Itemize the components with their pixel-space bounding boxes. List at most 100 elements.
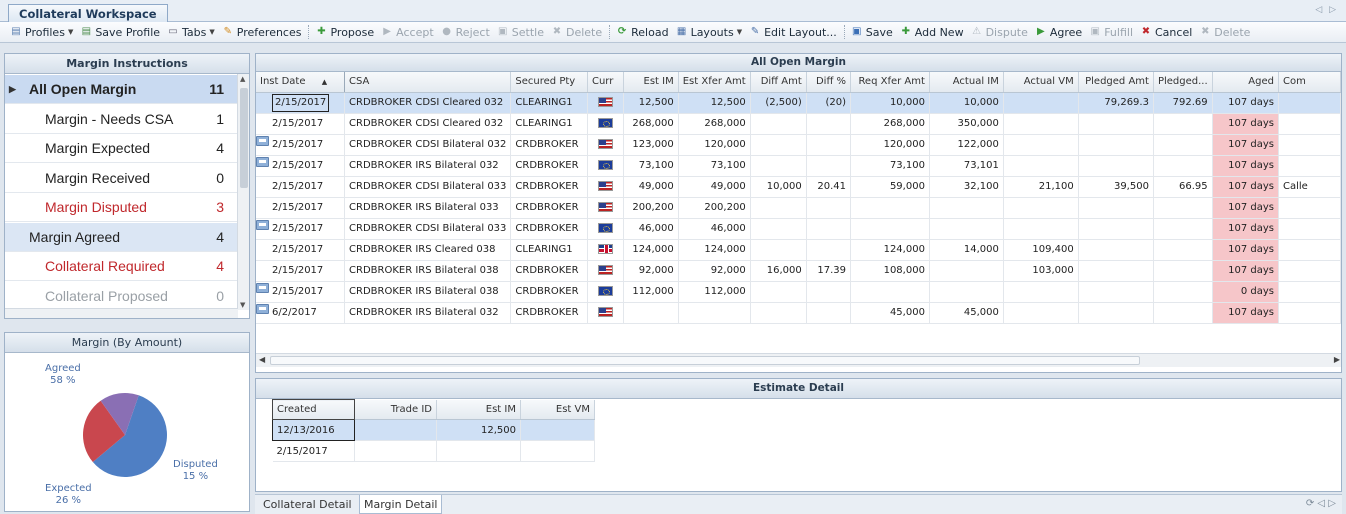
- detail-cell-est-vm: [520, 440, 595, 462]
- margin-instructions-scrollbar[interactable]: ▲ ▼: [237, 74, 249, 310]
- cell-aged: 107 days: [1212, 155, 1279, 177]
- column-header-inst-date[interactable]: Inst Date ▲: [256, 72, 346, 93]
- table-row[interactable]: 2/15/2017 CRDBROKER IRS Cleared 038 CLEARI…: [256, 239, 1341, 261]
- add-new-button[interactable]: ✚ Add New: [900, 26, 964, 39]
- margin-item-margin-agreed[interactable]: Margin Agreed 4: [5, 222, 238, 252]
- margin-item-margin-received[interactable]: Margin Received 0: [5, 164, 238, 193]
- column-header-label: Curr: [591, 76, 614, 88]
- column-header-pledged-amt[interactable]: Pledged Amt: [1078, 72, 1154, 93]
- detail-header-created[interactable]: Created: [272, 399, 355, 420]
- scroll-down-icon[interactable]: ▼: [240, 301, 245, 309]
- propose-button[interactable]: ✚ Propose: [315, 26, 374, 39]
- currency-flag-cell: [587, 155, 625, 177]
- agree-button[interactable]: ▶ Agree: [1035, 26, 1082, 39]
- margin-instructions-hscroll[interactable]: [5, 308, 238, 318]
- column-header-secured-pty[interactable]: Secured Pty: [510, 72, 588, 93]
- save-profile-icon: ▤: [81, 26, 92, 37]
- settle-button[interactable]: ▣ Settle: [497, 26, 544, 39]
- refresh-icon[interactable]: ⟳ ◁ ▷: [1306, 498, 1336, 509]
- margin-item-all-open-margin[interactable]: ▶ All Open Margin 11: [5, 75, 238, 104]
- dispute-button[interactable]: ⚠ Dispute: [971, 26, 1028, 39]
- margin-item-collateral-required[interactable]: Collateral Required 4: [5, 252, 238, 281]
- column-header-actual-vm[interactable]: Actual VM: [1003, 72, 1079, 93]
- save-button[interactable]: ▣ Save: [851, 26, 893, 39]
- column-header-csa[interactable]: CSA: [344, 72, 512, 93]
- tab-scroll-arrows[interactable]: ◁ ▷: [1315, 5, 1338, 15]
- cancel-button[interactable]: ✖ Cancel: [1140, 26, 1192, 39]
- flag-eu-icon: [598, 286, 614, 296]
- column-header-diff-amt[interactable]: Diff Amt: [750, 72, 807, 93]
- note-icon[interactable]: [256, 282, 269, 293]
- grid-hscroll-thumb[interactable]: [270, 356, 1140, 365]
- margin-item-label: Margin Expected: [45, 140, 151, 156]
- column-header-req-xfer-amt[interactable]: Req Xfer Amt: [850, 72, 930, 93]
- cell-actual-vm: 103,000: [1003, 260, 1079, 282]
- margin-item-collateral-proposed[interactable]: Collateral Proposed 0: [5, 282, 238, 311]
- grid-hscrollbar[interactable]: ◀ ▶: [256, 353, 1341, 367]
- cell-pledged-amt: [1078, 197, 1154, 219]
- cell-diff-pct: [806, 113, 852, 135]
- table-row[interactable]: 2/15/2017 CRDBROKER CDSI Cleared 032 CLEAR…: [256, 113, 1341, 135]
- column-header-curr[interactable]: Curr: [587, 72, 625, 93]
- scroll-right-icon[interactable]: ▶: [1334, 355, 1340, 364]
- column-header-actual-im[interactable]: Actual IM: [929, 72, 1004, 93]
- column-header-est-xfer-amt[interactable]: Est Xfer Amt: [678, 72, 751, 93]
- tab-collateral-workspace[interactable]: Collateral Workspace: [8, 4, 168, 23]
- profiles-button[interactable]: ▤ Profiles ▼: [10, 26, 73, 39]
- toolbar: ▤ Profiles ▼ ▤ Save Profile ▭ Tabs ▼ ✎ Preference…: [0, 22, 1346, 43]
- note-icon[interactable]: [256, 156, 269, 167]
- cell-est-xfer: 73,100: [678, 155, 751, 177]
- table-row[interactable]: 2/15/2017 CRDBROKER CDSI Bilateral 033 CRD…: [256, 176, 1341, 198]
- note-icon[interactable]: [256, 135, 269, 146]
- margin-item-margin-expected[interactable]: Margin Expected 4: [5, 134, 238, 163]
- column-header-diff[interactable]: Diff %: [806, 72, 852, 93]
- margin-item-margin-disputed[interactable]: Margin Disputed 3: [5, 193, 238, 222]
- column-header-com[interactable]: Com: [1278, 72, 1341, 93]
- scroll-left-icon[interactable]: ◀: [259, 355, 265, 364]
- cell-diff-amt: [750, 302, 807, 324]
- column-header-est-im[interactable]: Est IM: [623, 72, 679, 93]
- reject-button[interactable]: ● Reject: [441, 26, 489, 39]
- tab-collateral-detail[interactable]: Collateral Detail: [259, 495, 356, 514]
- layouts-button[interactable]: ▦ Layouts ▼: [676, 26, 742, 39]
- detail-row[interactable]: 12/13/2016 12,500: [272, 419, 595, 441]
- note-icon[interactable]: [256, 219, 269, 230]
- detail-header-trade-id[interactable]: Trade ID: [354, 399, 437, 420]
- edit-layout-button[interactable]: ✎ Edit Layout...: [749, 26, 837, 39]
- table-row[interactable]: 2/15/2017 CRDBROKER CDSI Cleared 032 CLEAR…: [256, 92, 1341, 114]
- toolbar-separator: [308, 25, 310, 39]
- table-row[interactable]: 2/15/2017 CRDBROKER IRS Bilateral 033 CRDB…: [256, 197, 1341, 219]
- table-row[interactable]: 6/2/2017 CRDBROKER IRS Bilateral 032 CRDBR…: [256, 302, 1341, 324]
- cell-aged: 107 days: [1212, 239, 1279, 261]
- table-row[interactable]: 2/15/2017 CRDBROKER CDSI Bilateral 033 CRD…: [256, 218, 1341, 240]
- table-row[interactable]: 2/15/2017 CRDBROKER IRS Bilateral 032 CRDB…: [256, 155, 1341, 177]
- scroll-thumb[interactable]: [240, 88, 248, 188]
- delete-button[interactable]: ✖ Delete: [551, 26, 602, 39]
- fulfill-button[interactable]: ▣ Fulfill: [1089, 26, 1133, 39]
- margin-item-count: 1: [216, 110, 224, 127]
- delete-button[interactable]: ✖ Delete: [1199, 26, 1250, 39]
- tabs-button[interactable]: ▭ Tabs ▼: [167, 26, 214, 39]
- detail-header-est-vm[interactable]: Est VM: [520, 399, 595, 420]
- table-row[interactable]: 2/15/2017 CRDBROKER IRS Bilateral 038 CRDB…: [256, 281, 1341, 303]
- table-row[interactable]: 2/15/2017 CRDBROKER CDSI Bilateral 032 CRD…: [256, 134, 1341, 156]
- note-icon[interactable]: [256, 303, 269, 314]
- scroll-up-icon[interactable]: ▲: [240, 75, 245, 83]
- reload-button[interactable]: ⟳ Reload: [616, 26, 669, 39]
- cell-req-xfer: 108,000: [850, 260, 930, 282]
- column-header-label: Req Xfer Amt: [858, 76, 925, 88]
- column-header-pledged[interactable]: Pledged...: [1153, 72, 1213, 93]
- detail-header-est-im[interactable]: Est IM: [436, 399, 521, 420]
- inst-date-cell: 2/15/2017: [256, 134, 346, 156]
- preferences-button[interactable]: ✎ Preferences: [222, 26, 302, 39]
- column-header-aged[interactable]: Aged: [1212, 72, 1279, 93]
- add-new-icon: ✚: [901, 26, 910, 37]
- accept-button[interactable]: ▶ Accept: [381, 26, 433, 39]
- cell-actual-vm: [1003, 92, 1079, 114]
- margin-item-margin-needs-csa[interactable]: Margin - Needs CSA 1: [5, 105, 238, 134]
- save-profile-button[interactable]: ▤ Save Profile: [80, 26, 160, 39]
- detail-row[interactable]: 2/15/2017: [272, 440, 595, 462]
- tab-margin-detail[interactable]: Margin Detail: [359, 495, 443, 514]
- currency-flag-cell: [587, 239, 625, 261]
- table-row[interactable]: 2/15/2017 CRDBROKER IRS Bilateral 038 CRDB…: [256, 260, 1341, 282]
